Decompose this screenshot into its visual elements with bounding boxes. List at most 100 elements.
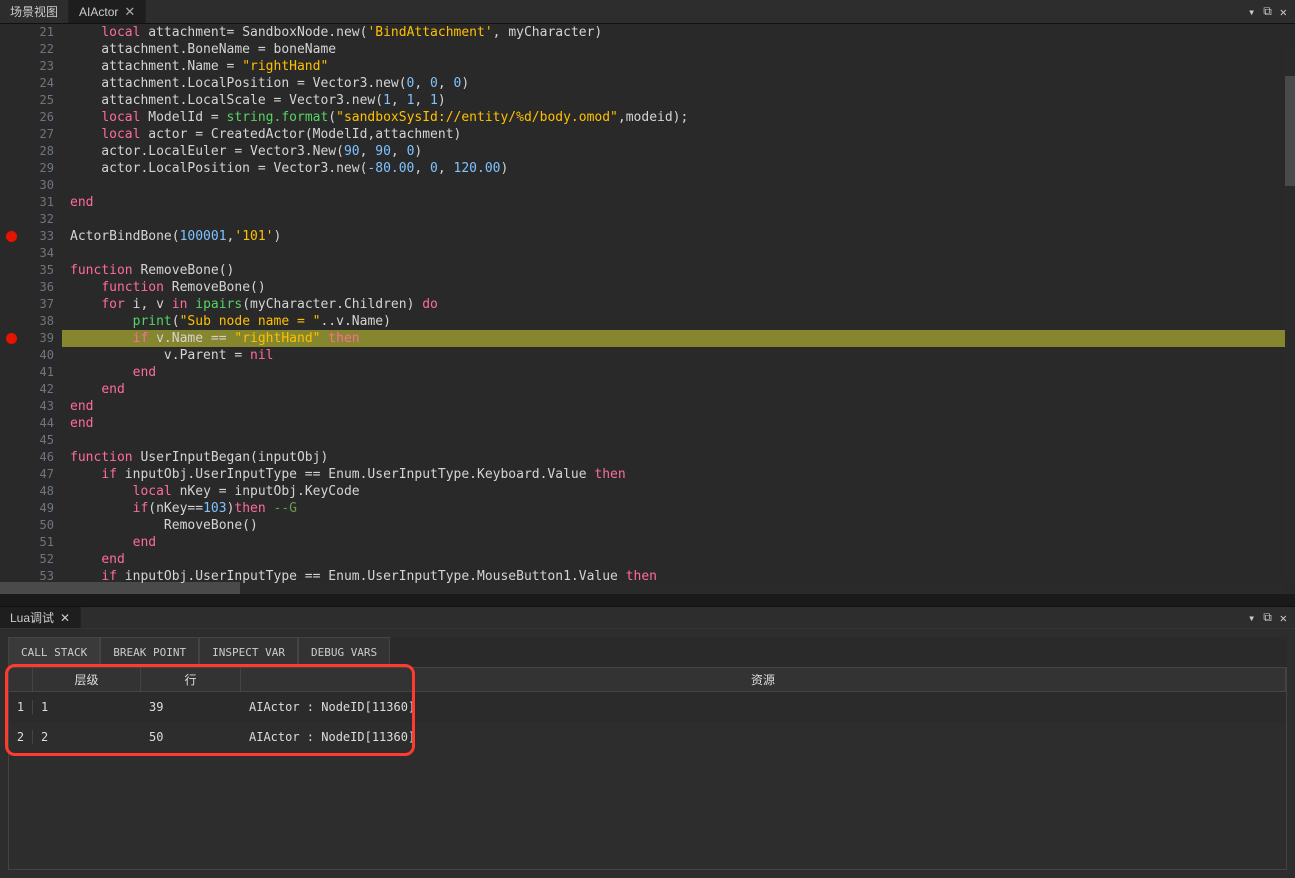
code-area[interactable]: local attachment= SandboxNode.new('BindA… [62, 24, 1295, 594]
code-line[interactable]: attachment.LocalPosition = Vector3.new(0… [62, 75, 1295, 92]
breakpoint-slot[interactable] [0, 279, 22, 296]
breakpoint-slot[interactable] [0, 534, 22, 551]
line-number: 27 [22, 126, 54, 143]
line-content: if inputObj.UserInputType == Enum.UserIn… [62, 569, 657, 584]
breakpoint-slot[interactable] [0, 449, 22, 466]
breakpoint-slot[interactable] [0, 347, 22, 364]
mode-tab-inspect-var[interactable]: INSPECT VAR [199, 637, 298, 667]
breakpoint-slot[interactable] [0, 398, 22, 415]
code-line[interactable]: v.Parent = nil [62, 347, 1295, 364]
breakpoint-slot[interactable] [0, 517, 22, 534]
code-line[interactable] [62, 177, 1295, 194]
breakpoint-slot[interactable] [0, 296, 22, 313]
line-content: if inputObj.UserInputType == Enum.UserIn… [62, 467, 626, 482]
breakpoint-slot[interactable] [0, 330, 22, 347]
code-editor[interactable]: 2122232425262728293031323334353637383940… [0, 24, 1295, 594]
breakpoint-icon[interactable] [6, 333, 17, 344]
breakpoint-slot[interactable] [0, 483, 22, 500]
code-line[interactable]: end [62, 364, 1295, 381]
mode-tab-debug-vars[interactable]: DEBUG VARS [298, 637, 390, 667]
close-icon[interactable]: ✕ [1280, 611, 1287, 625]
table-row[interactable]: 1139AIActor : NodeID[11360] [9, 692, 1286, 722]
tab-aiactor[interactable]: AIActor ✕ [69, 0, 146, 23]
breakpoint-slot[interactable] [0, 211, 22, 228]
splitter[interactable] [0, 594, 1295, 606]
cell-line: 39 [141, 700, 241, 714]
dropdown-icon[interactable]: ▾ [1248, 611, 1255, 625]
breakpoint-slot[interactable] [0, 551, 22, 568]
breakpoint-slot[interactable] [0, 41, 22, 58]
vertical-scrollbar[interactable] [1285, 48, 1295, 582]
code-line[interactable]: end [62, 398, 1295, 415]
code-line[interactable]: end [62, 194, 1295, 211]
code-line[interactable]: attachment.BoneName = boneName [62, 41, 1295, 58]
line-content [62, 246, 70, 261]
code-line[interactable]: actor.LocalEuler = Vector3.New(90, 90, 0… [62, 143, 1295, 160]
code-line[interactable]: local actor = CreatedActor(ModelId,attac… [62, 126, 1295, 143]
code-line[interactable]: end [62, 381, 1295, 398]
breakpoint-slot[interactable] [0, 228, 22, 245]
breakpoint-gutter[interactable] [0, 24, 22, 594]
table-row[interactable]: 2250AIActor : NodeID[11360] [9, 722, 1286, 752]
breakpoint-slot[interactable] [0, 109, 22, 126]
code-line[interactable] [62, 211, 1295, 228]
breakpoint-slot[interactable] [0, 313, 22, 330]
scrollbar-thumb[interactable] [1285, 76, 1295, 186]
code-line[interactable]: function UserInputBegan(inputObj) [62, 449, 1295, 466]
code-line[interactable]: local attachment= SandboxNode.new('BindA… [62, 24, 1295, 41]
code-line[interactable]: local ModelId = string.format("sandboxSy… [62, 109, 1295, 126]
code-line[interactable]: end [62, 551, 1295, 568]
code-line[interactable]: for i, v in ipairs(myCharacter.Children)… [62, 296, 1295, 313]
dropdown-icon[interactable]: ▾ [1248, 5, 1255, 19]
close-icon[interactable]: ✕ [124, 4, 135, 20]
breakpoint-slot[interactable] [0, 381, 22, 398]
code-line[interactable]: end [62, 415, 1295, 432]
cell-idx: 1 [9, 700, 33, 714]
restore-icon[interactable]: ⧉ [1263, 4, 1272, 19]
breakpoint-slot[interactable] [0, 160, 22, 177]
code-line[interactable]: function RemoveBone() [62, 279, 1295, 296]
mode-tab-break-point[interactable]: BREAK POINT [100, 637, 199, 667]
breakpoint-slot[interactable] [0, 194, 22, 211]
code-line[interactable] [62, 245, 1295, 262]
code-line[interactable]: print("Sub node name = "..v.Name) [62, 313, 1295, 330]
code-line[interactable]: attachment.Name = "rightHand" [62, 58, 1295, 75]
breakpoint-slot[interactable] [0, 92, 22, 109]
cell-level: 2 [33, 730, 141, 744]
restore-icon[interactable]: ⧉ [1263, 610, 1272, 625]
breakpoint-slot[interactable] [0, 126, 22, 143]
code-line[interactable]: if v.Name == "rightHand" then [62, 330, 1295, 347]
breakpoint-slot[interactable] [0, 177, 22, 194]
close-icon[interactable]: ✕ [1280, 5, 1287, 19]
breakpoint-slot[interactable] [0, 466, 22, 483]
mode-tab-call-stack[interactable]: CALL STACK [8, 637, 100, 667]
breakpoint-slot[interactable] [0, 364, 22, 381]
breakpoint-slot[interactable] [0, 262, 22, 279]
code-line[interactable]: function RemoveBone() [62, 262, 1295, 279]
breakpoint-slot[interactable] [0, 500, 22, 517]
breakpoint-slot[interactable] [0, 245, 22, 262]
code-line[interactable]: ActorBindBone(100001,'101') [62, 228, 1295, 245]
breakpoint-slot[interactable] [0, 143, 22, 160]
breakpoint-slot[interactable] [0, 24, 22, 41]
breakpoint-icon[interactable] [6, 231, 17, 242]
code-line[interactable]: RemoveBone() [62, 517, 1295, 534]
code-line[interactable]: actor.LocalPosition = Vector3.new(-80.00… [62, 160, 1295, 177]
table-body: 1139AIActor : NodeID[11360]2250AIActor :… [9, 692, 1286, 752]
close-icon[interactable]: ✕ [60, 611, 70, 625]
code-line[interactable]: local nKey = inputObj.KeyCode [62, 483, 1295, 500]
code-line[interactable]: if(nKey==103)then --G [62, 500, 1295, 517]
cell-resource: AIActor : NodeID[11360] [241, 700, 1286, 714]
code-line[interactable]: end [62, 534, 1295, 551]
line-number: 23 [22, 58, 54, 75]
breakpoint-slot[interactable] [0, 415, 22, 432]
breakpoint-slot[interactable] [0, 75, 22, 92]
tab-lua-debug[interactable]: Lua调试 ✕ [0, 607, 81, 628]
code-line[interactable]: if inputObj.UserInputType == Enum.UserIn… [62, 466, 1295, 483]
line-content: end [62, 416, 93, 431]
code-line[interactable]: attachment.LocalScale = Vector3.new(1, 1… [62, 92, 1295, 109]
breakpoint-slot[interactable] [0, 58, 22, 75]
breakpoint-slot[interactable] [0, 432, 22, 449]
code-line[interactable] [62, 432, 1295, 449]
tab-scene-view[interactable]: 场景视图 [0, 0, 69, 23]
